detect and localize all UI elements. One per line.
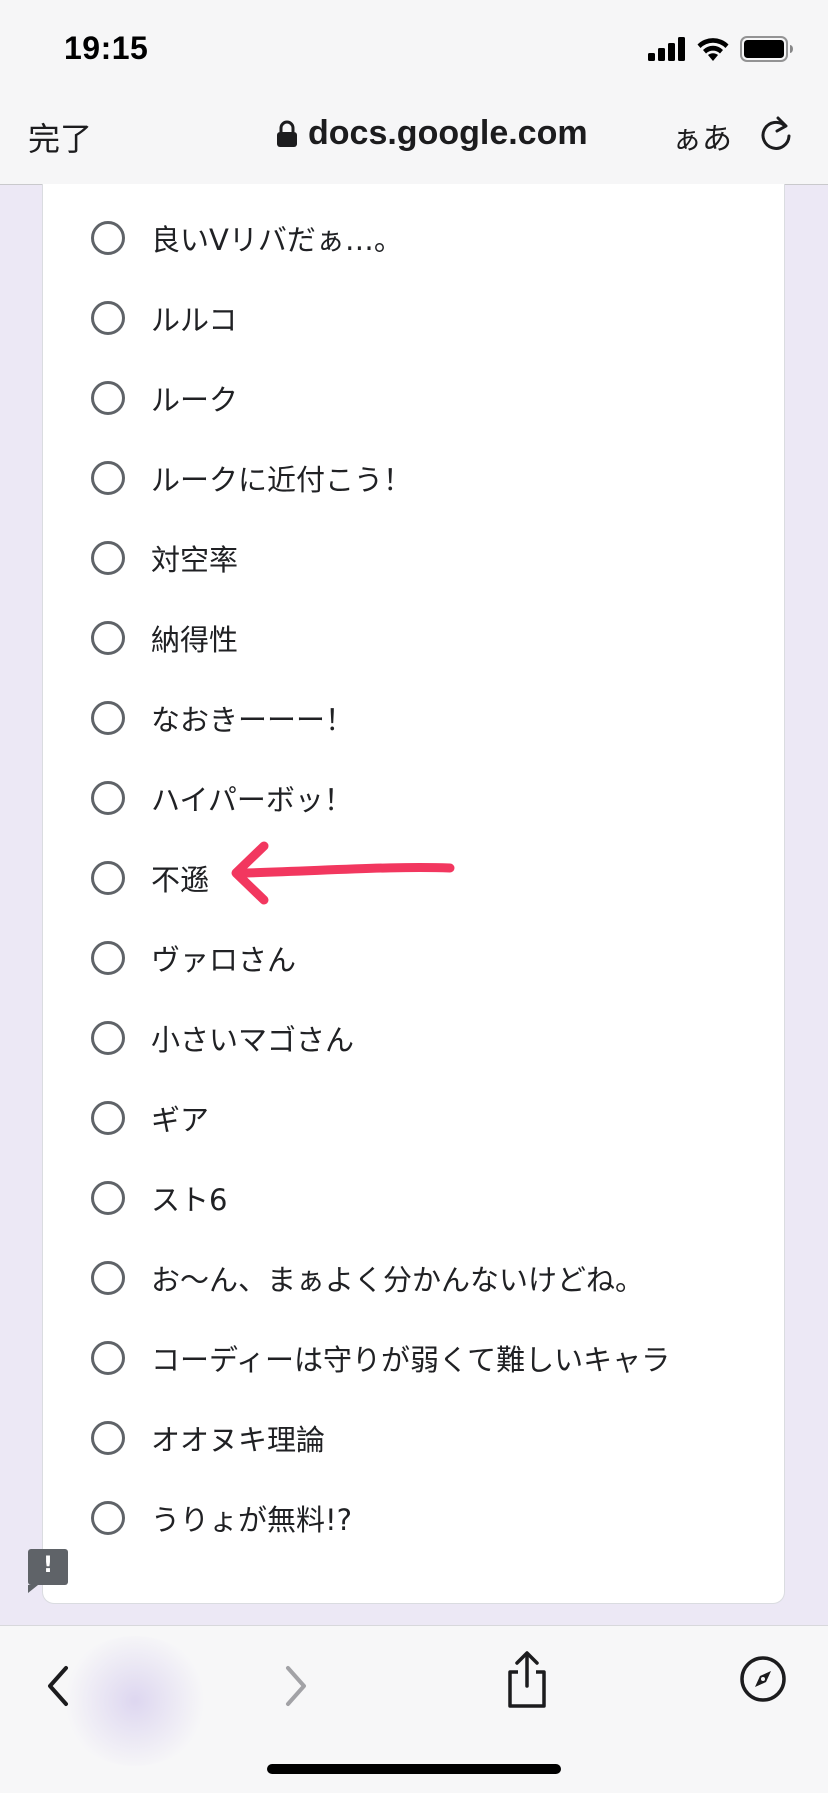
browser-header: 完了 docs.google.com ぁあ bbox=[0, 100, 828, 185]
option-label: ルーク bbox=[151, 383, 239, 417]
option-label: うりょが無料!? bbox=[151, 1503, 353, 1537]
option-label: なおきーーー！ bbox=[151, 703, 355, 737]
share-icon[interactable] bbox=[504, 1650, 550, 1710]
radio-button[interactable] bbox=[91, 381, 125, 415]
radio-button[interactable] bbox=[91, 861, 125, 895]
compass-icon[interactable] bbox=[738, 1654, 788, 1704]
option-label: コーディーは守りが弱くて難しいキャラ bbox=[151, 1343, 671, 1377]
text-size-button[interactable]: ぁあ bbox=[672, 114, 732, 158]
option-label: ヴァロさん bbox=[151, 943, 297, 977]
reload-icon[interactable] bbox=[756, 112, 796, 156]
radio-button[interactable] bbox=[91, 1501, 125, 1535]
radio-option[interactable]: ヴァロさん bbox=[91, 928, 296, 988]
radio-option[interactable]: ギア bbox=[91, 1088, 209, 1148]
cellular-signal-icon bbox=[648, 37, 685, 61]
battery-icon bbox=[740, 36, 793, 62]
radio-option[interactable]: ハイパーボッ！ bbox=[91, 768, 353, 828]
radio-option[interactable]: 納得性 bbox=[91, 608, 238, 668]
radio-button[interactable] bbox=[91, 221, 125, 255]
done-button[interactable]: 完了 bbox=[28, 114, 92, 160]
annotation-arrow-icon bbox=[231, 841, 455, 905]
radio-button[interactable] bbox=[91, 461, 125, 495]
radio-button[interactable] bbox=[91, 1181, 125, 1215]
radio-button[interactable] bbox=[91, 941, 125, 975]
radio-button[interactable] bbox=[91, 1421, 125, 1455]
option-label: ルークに近付こう！ bbox=[151, 463, 413, 497]
radio-button[interactable] bbox=[91, 621, 125, 655]
lock-icon bbox=[277, 120, 297, 147]
address-bar[interactable]: docs.google.com bbox=[276, 114, 588, 153]
home-indicator[interactable] bbox=[267, 1764, 561, 1774]
back-icon[interactable] bbox=[40, 1658, 76, 1714]
option-label: ギア bbox=[151, 1103, 210, 1137]
option-label: 良いVリバだぁ…。 bbox=[151, 223, 403, 257]
radio-option[interactable]: 小さいマゴさん bbox=[91, 1008, 354, 1068]
forward-icon[interactable] bbox=[278, 1658, 314, 1714]
radio-option[interactable]: なおきーーー！ bbox=[91, 688, 354, 748]
option-label: オオヌキ理論 bbox=[151, 1423, 326, 1457]
radio-option[interactable]: 対空率 bbox=[91, 528, 238, 588]
option-label: 納得性 bbox=[151, 623, 239, 657]
url-text: docs.google.com bbox=[308, 114, 588, 152]
radio-button[interactable] bbox=[91, 781, 125, 815]
report-feedback-button[interactable]: ! bbox=[28, 1549, 68, 1593]
radio-option[interactable]: オオヌキ理論 bbox=[91, 1408, 325, 1468]
radio-button[interactable] bbox=[91, 541, 125, 575]
radio-button[interactable] bbox=[91, 1101, 125, 1135]
radio-option[interactable]: 良いVリバだぁ…。 bbox=[91, 208, 403, 268]
radio-option[interactable]: 不遜 bbox=[91, 848, 209, 908]
option-label: ルルコ bbox=[151, 303, 238, 337]
radio-option[interactable]: ルーク bbox=[91, 368, 238, 428]
radio-option[interactable]: コーディーは守りが弱くて難しいキャラ bbox=[91, 1328, 670, 1388]
status-time: 19:15 bbox=[64, 30, 149, 66]
option-label: 小さいマゴさん bbox=[151, 1023, 355, 1057]
radio-button[interactable] bbox=[91, 301, 125, 335]
radio-button[interactable] bbox=[91, 1261, 125, 1295]
radio-option[interactable]: ルークに近付こう！ bbox=[91, 448, 412, 508]
radio-option[interactable]: ルルコ bbox=[91, 288, 237, 348]
option-label: 不遜 bbox=[151, 863, 210, 897]
option-label: ハイパーボッ！ bbox=[151, 783, 353, 817]
radio-button[interactable] bbox=[91, 701, 125, 735]
radio-button[interactable] bbox=[91, 1341, 125, 1375]
radio-option[interactable]: うりょが無料!? bbox=[91, 1488, 352, 1548]
radio-button[interactable] bbox=[91, 1021, 125, 1055]
radio-option[interactable]: お〜ん、まぁよく分かんないけどね。 bbox=[91, 1248, 644, 1308]
option-label: 対空率 bbox=[151, 543, 239, 577]
status-icons bbox=[648, 36, 794, 62]
status-bar: 19:15 bbox=[0, 0, 828, 100]
option-label: お〜ん、まぁよく分かんないけどね。 bbox=[151, 1263, 645, 1297]
radio-option[interactable]: スト6 bbox=[91, 1168, 227, 1228]
option-label: スト6 bbox=[151, 1183, 228, 1217]
wifi-icon bbox=[697, 38, 729, 61]
tap-highlight bbox=[60, 1636, 210, 1766]
